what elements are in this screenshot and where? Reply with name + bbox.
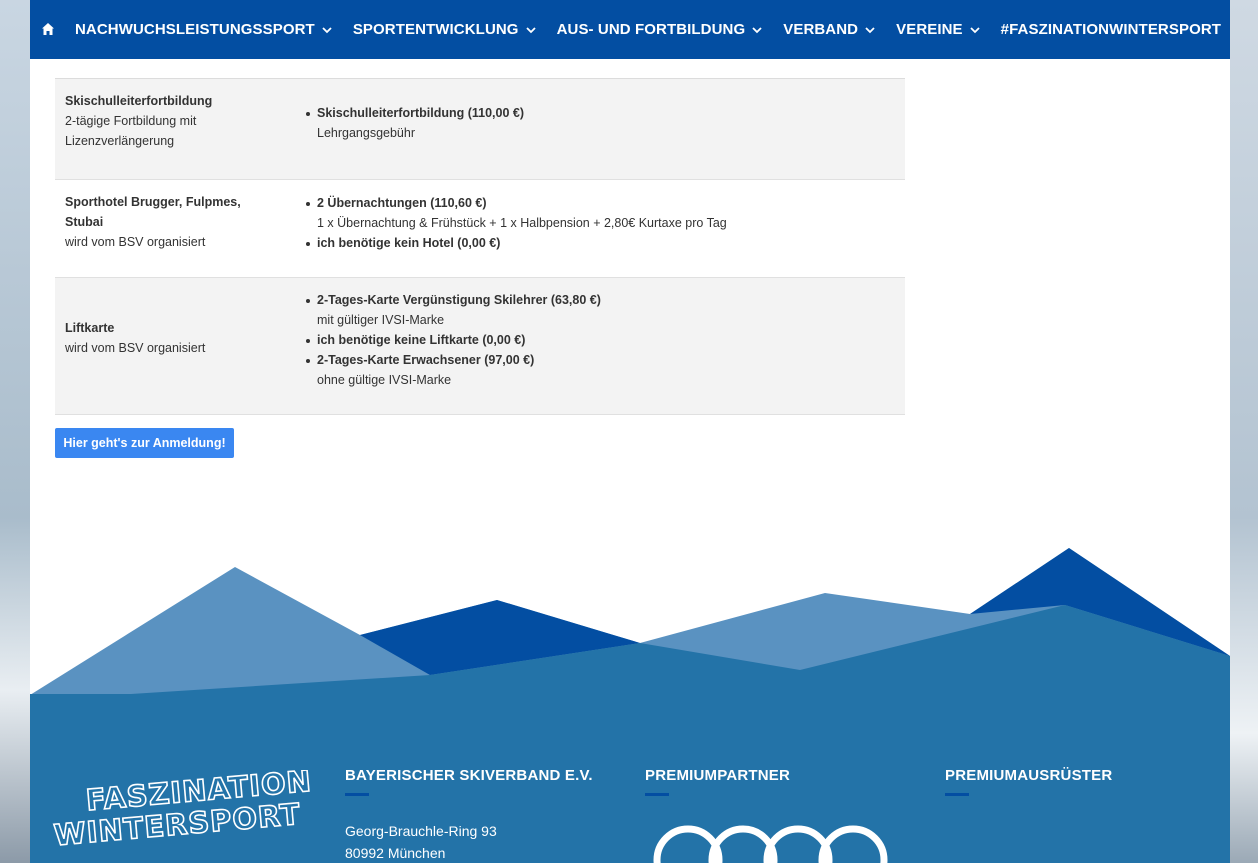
nav-item-label: SPORTENTWICKLUNG [352,21,519,38]
booking-options-table: Skischulleiterfortbildung 2-tägige Fortb… [55,78,905,415]
option-label: ich benötige keine Liftkarte (0,00 €) [317,333,526,347]
chevron-down-icon [525,26,536,33]
nav-item-faszinationwintersport[interactable]: #FASZINATIONWINTERSPORT [1001,21,1221,38]
row-options: 2-Tages-Karte Vergünstigung Skilehrer (6… [303,290,601,390]
footer-address: Georg-Brauchle-Ring 93 80992 München [345,820,593,863]
background-left [0,0,30,863]
row-title: Liftkarte [65,321,115,335]
home-icon[interactable] [41,22,55,36]
nav-item-label: NACHWUCHSLEISTUNGSSPORT [75,21,315,38]
row-title: Sporthotel Brugger, Fulpmes, Stubai [65,195,241,229]
option-label: ich benötige kein Hotel (0,00 €) [317,236,501,250]
row-subtitle: 2-tägige Fortbildung mit Lizenzverlänger… [65,114,197,148]
nav-item-label: VERBAND [783,21,859,38]
row-label: Sporthotel Brugger, Fulpmes, Stubai wird… [65,192,265,252]
option-desc: 1 x Übernachtung & Frühstück + 1 x Halbp… [317,216,727,230]
row-label: Liftkarte wird vom BSV organisiert [65,318,265,358]
list-item: 2-Tages-Karte Vergünstigung Skilehrer (6… [303,290,601,330]
nav-item-sportentwicklung[interactable]: SPORTENTWICKLUNG [353,21,536,38]
footer-heading-underline [345,793,369,796]
list-item: ich benötige keine Liftkarte (0,00 €) [303,330,601,350]
list-item: ich benötige kein Hotel (0,00 €) [303,233,727,253]
footer-heading: BAYERISCHER SKIVERBAND E.V. [345,767,593,784]
list-item: 2 Übernachtungen (110,60 €) 1 x Übernach… [303,193,727,233]
row-options: 2 Übernachtungen (110,60 €) 1 x Übernach… [303,193,727,253]
faszination-wintersport-logo[interactable]: FASZINATION WINTERSPORT [52,770,314,846]
footer-heading: PREMIUMPARTNER [645,767,791,784]
nav-item-vereine[interactable]: VEREINE [896,21,980,38]
chevron-down-icon [752,26,762,33]
nav-item-label: AUS- UND FORTBILDUNG [556,21,746,38]
row-label: Skischulleiterfortbildung 2-tägige Fortb… [65,91,265,151]
nav-item-nachwuchsleistungssport[interactable]: NACHWUCHSLEISTUNGSSPORT [75,21,332,38]
footer-column-premiumausruester: PREMIUMAUSRÜSTER [945,767,1112,796]
option-desc: Lehrgangsgebühr [317,126,415,140]
main-navigation: NACHWUCHSLEISTUNGSSPORT SPORTENTWICKLUNG… [30,0,1230,59]
footer-column-address: BAYERISCHER SKIVERBAND E.V. Georg-Brauch… [345,767,593,863]
chevron-down-icon [865,26,875,33]
address-line: Georg-Brauchle-Ring 93 [345,823,497,839]
nav-item-label: #FASZINATIONWINTERSPORT [1000,21,1222,38]
option-label: 2-Tages-Karte Vergünstigung Skilehrer (6… [317,293,601,307]
list-item: Skischulleiterfortbildung (110,00 €) Leh… [303,103,524,143]
option-label: 2-Tages-Karte Erwachsener (97,00 €) [317,353,535,367]
footer-heading-underline [945,793,969,796]
nav-item-verband[interactable]: VERBAND [783,21,875,38]
row-title: Skischulleiterfortbildung [65,94,213,108]
footer-heading: PREMIUMAUSRÜSTER [945,767,1113,784]
option-label: 2 Übernachtungen (110,60 €) [317,196,487,210]
row-subtitle: wird vom BSV organisiert [65,341,206,355]
mountain-graphic [30,548,1230,700]
page-content: NACHWUCHSLEISTUNGSSPORT SPORTENTWICKLUNG… [30,0,1230,863]
list-item: 2-Tages-Karte Erwachsener (97,00 €) ohne… [303,350,601,390]
footer-heading-underline [645,793,669,796]
table-row: Liftkarte wird vom BSV organisiert 2-Tag… [55,278,905,415]
option-desc: mit gültiger IVSI-Marke [317,313,445,327]
table-row: Sporthotel Brugger, Fulpmes, Stubai wird… [55,180,905,278]
row-subtitle: wird vom BSV organisiert [65,235,206,249]
nav-item-aus-und-fortbildung[interactable]: AUS- UND FORTBILDUNG [557,21,763,38]
option-desc: ohne gültige IVSI-Marke [317,373,452,387]
chevron-down-icon [322,26,332,33]
register-button[interactable]: Hier geht's zur Anmeldung! [55,428,234,458]
address-line: 80992 München [345,845,446,861]
background-right [1230,0,1258,863]
row-options: Skischulleiterfortbildung (110,00 €) Leh… [303,103,524,143]
nav-item-label: VEREINE [896,21,963,38]
chevron-down-icon [970,26,980,33]
footer-column-premiumpartner: PREMIUMPARTNER [645,767,790,796]
table-row: Skischulleiterfortbildung 2-tägige Fortb… [55,79,905,180]
audi-rings-logo[interactable] [650,820,910,863]
option-label: Skischulleiterfortbildung (110,00 €) [317,106,525,120]
